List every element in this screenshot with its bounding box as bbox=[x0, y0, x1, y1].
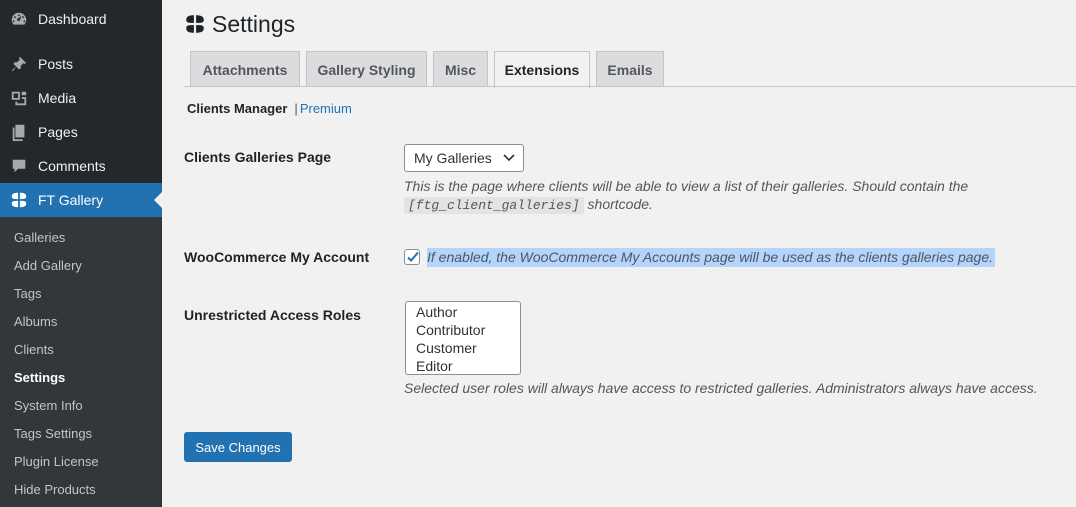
save-changes-button[interactable]: Save Changes bbox=[184, 432, 292, 462]
pages-icon bbox=[0, 123, 38, 141]
roles-description: Selected user roles will always have acc… bbox=[404, 380, 1038, 396]
submenu-add-gallery[interactable]: Add Gallery bbox=[14, 256, 82, 276]
page-title: Settings bbox=[184, 8, 295, 40]
chevron-down-icon bbox=[503, 154, 515, 162]
menu-label: Comments bbox=[38, 158, 106, 174]
roles-multiselect[interactable]: Author Contributor Customer Editor bbox=[405, 301, 521, 375]
clients-page-label: Clients Galleries Page bbox=[184, 149, 332, 165]
roles-label: Unrestricted Access Roles bbox=[184, 307, 361, 323]
media-icon bbox=[0, 89, 38, 107]
tab-misc[interactable]: Misc bbox=[433, 51, 488, 87]
clients-page-description: This is the page where clients will be a… bbox=[404, 177, 1064, 215]
menu-label: Posts bbox=[38, 56, 74, 72]
role-option[interactable]: Author bbox=[406, 303, 520, 321]
desc-text-after: shortcode. bbox=[587, 196, 653, 212]
menu-ft-gallery[interactable]: FT Gallery bbox=[0, 183, 162, 217]
woocommerce-label: WooCommerce My Account bbox=[184, 249, 370, 265]
tab-attachments[interactable]: Attachments bbox=[190, 51, 300, 87]
checkmark-icon bbox=[407, 251, 419, 262]
woocommerce-checkbox[interactable] bbox=[404, 249, 420, 265]
submenu-tags[interactable]: Tags bbox=[14, 284, 41, 304]
active-menu-arrow bbox=[154, 192, 162, 208]
ft-gallery-submenu: Galleries Add Gallery Tags Albums Client… bbox=[0, 217, 162, 507]
pin-icon bbox=[0, 55, 38, 73]
admin-sidebar: Dashboard Posts Media Pages Comments FT … bbox=[0, 0, 162, 507]
submenu-hide-products[interactable]: Hide Products bbox=[14, 480, 96, 500]
menu-label: Dashboard bbox=[38, 11, 107, 27]
submenu-settings[interactable]: Settings bbox=[14, 368, 65, 388]
clover-icon bbox=[186, 15, 204, 33]
dashboard-icon bbox=[0, 10, 38, 28]
submenu-galleries[interactable]: Galleries bbox=[14, 228, 65, 248]
subnav-separator: | bbox=[294, 101, 298, 116]
submenu-system-info[interactable]: System Info bbox=[14, 396, 83, 416]
shortcode: [ftg_client_galleries] bbox=[404, 197, 584, 214]
page-title-text: Settings bbox=[212, 10, 296, 37]
desc-text-before: This is the page where clients will be a… bbox=[404, 178, 969, 194]
clients-page-select[interactable]: My Galleries bbox=[404, 144, 524, 172]
menu-label: Pages bbox=[38, 124, 78, 140]
menu-dashboard[interactable]: Dashboard bbox=[0, 2, 162, 36]
sub-navigation: Clients Manager | Premium bbox=[187, 100, 352, 118]
submenu-clients[interactable]: Clients bbox=[14, 340, 54, 360]
tab-divider bbox=[184, 86, 1076, 87]
role-option[interactable]: Editor bbox=[406, 357, 520, 374]
menu-pages[interactable]: Pages bbox=[0, 115, 162, 149]
tab-extensions[interactable]: Extensions bbox=[494, 51, 590, 88]
tab-gallery-styling[interactable]: Gallery Styling bbox=[306, 51, 427, 87]
role-option[interactable]: Customer bbox=[406, 339, 520, 357]
menu-label: Media bbox=[38, 90, 77, 106]
select-value: My Galleries bbox=[414, 150, 492, 166]
menu-comments[interactable]: Comments bbox=[0, 149, 162, 183]
subnav-premium-link[interactable]: Premium bbox=[300, 100, 352, 118]
submenu-tags-settings[interactable]: Tags Settings bbox=[14, 424, 92, 444]
submenu-plugin-license[interactable]: Plugin License bbox=[14, 452, 99, 472]
menu-label: FT Gallery bbox=[38, 192, 104, 208]
subnav-current: Clients Manager bbox=[187, 101, 288, 116]
comment-icon bbox=[0, 157, 38, 175]
role-option[interactable]: Contributor bbox=[406, 321, 520, 339]
clover-icon bbox=[0, 191, 38, 209]
menu-media[interactable]: Media bbox=[0, 81, 162, 115]
tab-emails[interactable]: Emails bbox=[596, 51, 664, 87]
menu-posts[interactable]: Posts bbox=[0, 47, 162, 81]
submenu-albums[interactable]: Albums bbox=[14, 312, 57, 332]
woocommerce-description: If enabled, the WooCommerce My Accounts … bbox=[427, 248, 996, 267]
